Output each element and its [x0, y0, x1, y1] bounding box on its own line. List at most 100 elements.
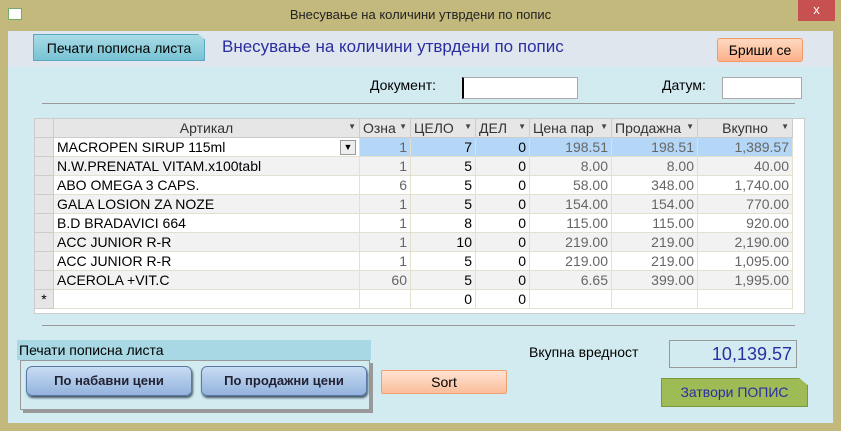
cell[interactable]: 219.00 [529, 251, 612, 271]
cell[interactable]: 5 [410, 194, 476, 214]
column-header[interactable]: Артикал ▼ [53, 118, 360, 138]
inventory-table: Артикал ▼ Озна ▼ ЦЕЛО ▼ ДЕЛ ▼ Цена пар ▼ Прод… [34, 118, 793, 309]
cell[interactable] [529, 289, 612, 309]
table-row[interactable]: B.D BRADAVICI 664 1 8 0 115.00 115.00 920.00 [34, 213, 793, 233]
cell[interactable]: 1 [359, 213, 411, 233]
article-cell[interactable]: N.W.PRENATAL VITAM.x100tabl [53, 156, 360, 176]
new-record-row[interactable]: * 0 0 [34, 289, 793, 309]
cell[interactable]: 0 [475, 175, 530, 195]
chevron-down-icon[interactable]: ▼ [340, 140, 356, 155]
cell[interactable]: 58.00 [529, 175, 612, 195]
cell[interactable]: 1 [359, 137, 411, 157]
row-selector[interactable] [34, 175, 54, 195]
cell[interactable]: 219.00 [611, 232, 698, 252]
cell[interactable]: 154.00 [611, 194, 698, 214]
cell[interactable]: 1,095.00 [697, 251, 793, 271]
cell[interactable]: 920.00 [697, 213, 793, 233]
table-row[interactable]: ACC JUNIOR R-R 1 5 0 219.00 219.00 1,095.00 [34, 251, 793, 271]
cell[interactable] [697, 289, 793, 309]
cell[interactable] [359, 289, 411, 309]
cell[interactable]: 0 [475, 137, 530, 157]
date-input[interactable] [722, 77, 802, 99]
cell[interactable] [611, 289, 698, 309]
window-close-button[interactable]: x [798, 0, 835, 21]
row-selector[interactable] [34, 194, 54, 214]
cell[interactable]: 1,740.00 [697, 175, 793, 195]
cell[interactable]: 1 [359, 194, 411, 214]
cell[interactable]: 115.00 [529, 213, 612, 233]
article-cell[interactable]: ACC JUNIOR R-R [53, 232, 360, 252]
cell[interactable]: 1 [359, 232, 411, 252]
cell[interactable]: 770.00 [697, 194, 793, 214]
column-header[interactable]: Озна ▼ [359, 118, 411, 138]
cell[interactable]: 0 [475, 156, 530, 176]
cell[interactable] [53, 289, 360, 309]
cell[interactable]: 6.65 [529, 270, 612, 290]
article-cell[interactable]: ABO OMEGA 3 CAPS. [53, 175, 360, 195]
cell[interactable]: 115.00 [611, 213, 698, 233]
print-sale-prices-button[interactable]: По продажни цени [201, 366, 367, 396]
print-purchase-prices-button[interactable]: По набавни цени [26, 366, 192, 396]
cell[interactable]: 219.00 [611, 251, 698, 271]
cell[interactable]: 6 [359, 175, 411, 195]
article-cell[interactable]: GALA LOSION ZA NOZE [53, 194, 360, 214]
table-row[interactable]: GALA LOSION ZA NOZE 1 5 0 154.00 154.00 770.00 [34, 194, 793, 214]
cell[interactable]: 8 [410, 213, 476, 233]
cell[interactable]: 10 [410, 232, 476, 252]
cell[interactable]: 348.00 [611, 175, 698, 195]
cell[interactable]: 0 [475, 232, 530, 252]
cell[interactable]: 7 [410, 137, 476, 157]
cell[interactable]: 198.51 [611, 137, 698, 157]
cell[interactable]: 198.51 [529, 137, 612, 157]
column-header[interactable]: Продажна ▼ [611, 118, 698, 138]
cell[interactable]: 5 [410, 270, 476, 290]
column-header[interactable]: ЦЕЛО ▼ [410, 118, 476, 138]
row-selector[interactable] [34, 156, 54, 176]
row-selector[interactable] [34, 213, 54, 233]
cell[interactable]: 1 [359, 251, 411, 271]
row-selector[interactable] [34, 251, 54, 271]
row-selector[interactable] [34, 232, 54, 252]
cell[interactable]: 1,995.00 [697, 270, 793, 290]
cell[interactable]: 8.00 [529, 156, 612, 176]
cell[interactable]: 60 [359, 270, 411, 290]
table-row[interactable]: ABO OMEGA 3 CAPS. 6 5 0 58.00 348.00 1,740.00 [34, 175, 793, 195]
close-inventory-button[interactable]: Затвори ПОПИС [661, 378, 808, 407]
article-cell[interactable]: ACEROLA +VIT.C [53, 270, 360, 290]
cell[interactable]: 40.00 [697, 156, 793, 176]
article-cell[interactable]: MACROPEN SIRUP 115ml ▼ [53, 137, 360, 157]
select-all[interactable] [34, 118, 54, 138]
table-row[interactable]: N.W.PRENATAL VITAM.x100tabl 1 5 0 8.00 8.00 40… [34, 156, 793, 176]
table-row[interactable]: ACC JUNIOR R-R 1 10 0 219.00 219.00 2,190.00 [34, 232, 793, 252]
cell[interactable]: 1,389.57 [697, 137, 793, 157]
cell[interactable]: 0 [475, 251, 530, 271]
cell[interactable]: 8.00 [611, 156, 698, 176]
cell[interactable]: 154.00 [529, 194, 612, 214]
cell[interactable]: 5 [410, 175, 476, 195]
cell[interactable]: 219.00 [529, 232, 612, 252]
cell[interactable]: 0 [475, 289, 530, 309]
cell[interactable]: 0 [475, 270, 530, 290]
table-row[interactable]: MACROPEN SIRUP 115ml ▼ 1 7 0 198.51 198.51 1,38… [34, 137, 793, 157]
article-cell[interactable]: B.D BRADAVICI 664 [53, 213, 360, 233]
cell[interactable]: 399.00 [611, 270, 698, 290]
sort-button[interactable]: Sort [381, 370, 507, 394]
cell[interactable]: 1 [359, 156, 411, 176]
delete-all-button[interactable]: Бриши се [717, 38, 803, 62]
cell[interactable]: 2,190.00 [697, 232, 793, 252]
table-row[interactable]: ACEROLA +VIT.C 60 5 0 6.65 399.00 1,995.00 [34, 270, 793, 290]
article-cell[interactable]: ACC JUNIOR R-R [53, 251, 360, 271]
document-input[interactable] [462, 77, 578, 99]
cell[interactable]: 0 [410, 289, 476, 309]
column-header[interactable]: Цена пар ▼ [529, 118, 612, 138]
column-header[interactable]: ДЕЛ ▼ [475, 118, 530, 138]
cell[interactable]: 5 [410, 251, 476, 271]
print-list-button[interactable]: Печати пописна листа [33, 34, 205, 61]
print-group-title: Печати пописна листа [17, 340, 371, 360]
cell[interactable]: 5 [410, 156, 476, 176]
cell[interactable]: 0 [475, 213, 530, 233]
column-header[interactable]: Вкупно ▼ [697, 118, 793, 138]
row-selector[interactable] [34, 270, 54, 290]
row-selector[interactable] [34, 137, 54, 157]
cell[interactable]: 0 [475, 194, 530, 214]
